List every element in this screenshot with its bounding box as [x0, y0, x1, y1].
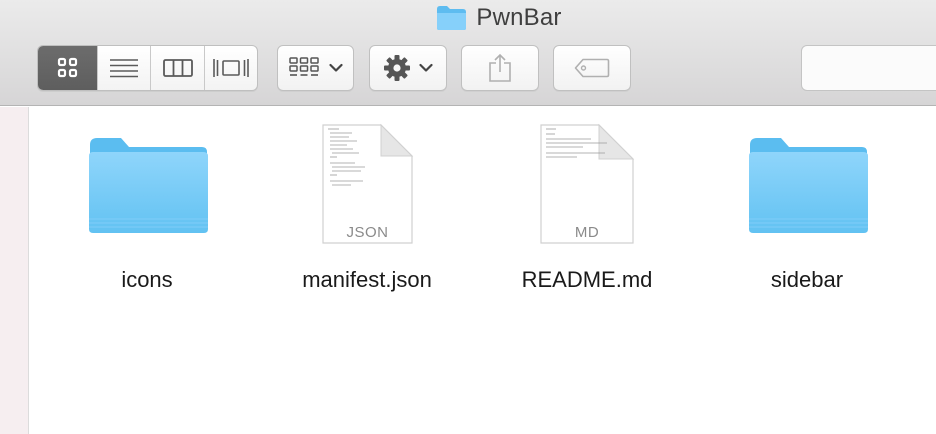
list-view-button[interactable]: [98, 46, 151, 90]
file-item-icons[interactable]: icons: [47, 107, 247, 307]
markdown-document-icon: MD: [540, 123, 635, 244]
column-view-button[interactable]: [151, 46, 205, 90]
list-view-icon: [110, 59, 138, 78]
icon-view-icon: [57, 57, 77, 78]
share-icon: [489, 53, 511, 82]
finder-window: PwnBar icons JSON manifest.json MD READM…: [0, 0, 936, 434]
gear-icon: [384, 55, 410, 81]
tag-icon: [574, 58, 610, 78]
file-name: README.md: [521, 267, 653, 292]
chevron-down-icon: [419, 63, 433, 72]
file-extension: MD: [575, 224, 599, 241]
window-title: PwnBar: [0, 4, 936, 32]
sidebar: [0, 107, 29, 434]
column-view-icon: [162, 59, 193, 77]
toolbar: PwnBar: [0, 0, 936, 106]
search-field[interactable]: [801, 45, 936, 91]
view-mode-control: [37, 45, 258, 91]
window-title-text: PwnBar: [476, 4, 562, 31]
json-document-icon: JSON: [322, 123, 414, 244]
folder-icon: [437, 6, 467, 30]
file-item-readme-md[interactable]: MD README.md: [487, 107, 687, 307]
file-name: sidebar: [770, 267, 844, 292]
arrange-button[interactable]: [277, 45, 354, 91]
action-button[interactable]: [369, 45, 447, 91]
tags-button[interactable]: [553, 45, 631, 91]
share-button[interactable]: [461, 45, 539, 91]
file-browser-content: icons JSON manifest.json MD README.md si…: [30, 107, 936, 434]
chevron-down-icon: [328, 63, 343, 72]
folder-icon: [89, 138, 208, 233]
folder-icon: [749, 138, 868, 233]
icon-view-button[interactable]: [38, 46, 98, 90]
file-extension: JSON: [346, 224, 388, 241]
cover-flow-icon: [213, 59, 249, 77]
file-name: icons: [121, 267, 173, 292]
file-item-sidebar[interactable]: sidebar: [707, 107, 907, 307]
cover-flow-view-button[interactable]: [205, 46, 257, 90]
file-item-manifest-json[interactable]: JSON manifest.json: [267, 107, 467, 307]
arrange-grid-icon: [288, 57, 319, 76]
file-name: manifest.json: [302, 267, 432, 292]
